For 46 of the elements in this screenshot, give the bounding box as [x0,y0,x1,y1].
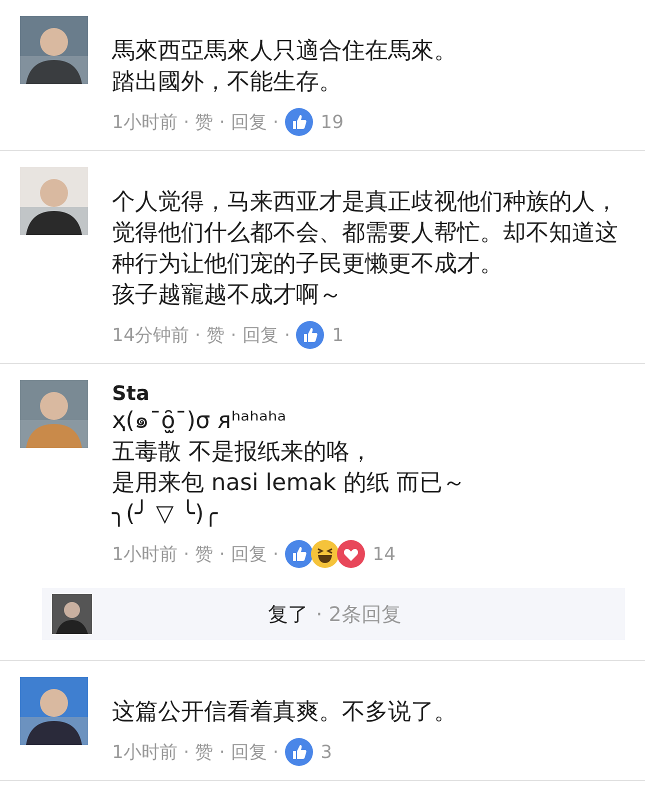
replies-bar[interactable]: 复了 · 2条回复 [42,588,625,640]
reply-link[interactable]: 回复 [230,110,267,134]
thumbs-up-icon [284,540,313,568]
timestamp: 1小时前 [112,741,178,764]
reply-link[interactable]: 回复 [230,542,267,566]
comment-text: 馬來西亞馬來人只適合住在馬來。 [112,37,458,66]
separator-dot: · [219,112,225,132]
separator-dot: · [272,742,279,762]
comment-text: 个人觉得，马来西亚才是真正歧视他们种族的人，觉得他们什么都不会、都需要人帮忙。却不知道这种行为让他们宠的子民更懒更不成才。 [112,188,619,279]
separator-dot: · [219,742,225,762]
reaction-count: 19 [320,112,344,132]
reaction-count: 3 [320,742,332,762]
comment-text: ╮(╯ ▽ ╰)╭ [112,499,219,529]
comment-text: 这篇公开信看着真爽。不多说了。 [112,698,458,727]
separator-dot: · [183,544,190,564]
separator-dot: · [194,324,201,346]
like-link[interactable]: 赞 [195,110,214,134]
separator-dot: · [219,544,225,564]
reply-summary: 复了 [268,600,308,628]
separator-dot: · [230,324,236,346]
thumbs-up-icon [296,321,324,349]
reaction-count: 1 [332,324,344,346]
comment-text: 是用来包 nasi lemak 的纸 而已～ [112,469,467,498]
comment-text: 五毒散 不是报纸来的咯， [112,438,374,467]
like-link[interactable]: 赞 [195,740,214,764]
laughing-face-icon [310,540,339,568]
reply-link[interactable]: 回复 [242,323,278,347]
comment-text: 孩子越寵越不成才啊～ [112,281,343,310]
comment-text: 踏出國外，不能生存。 [112,68,343,97]
separator-dot: · [284,324,290,346]
separator-dot: · [183,112,190,132]
commenter-name[interactable]: Sta [112,380,629,406]
separator-dot: · [183,742,190,762]
timestamp: 1小时前 [112,111,178,134]
reply-count: · 2条回复 [316,600,402,628]
thumbs-up-icon [284,738,313,766]
timestamp: 14分钟前 [112,324,189,347]
separator-dot: · [272,544,279,564]
timestamp: 1小时前 [112,543,178,566]
separator-dot: · [272,112,279,132]
like-link[interactable]: 赞 [195,542,214,566]
comment-text: ҳ(๑¯ȏ̫¯)σ ᴙʰᵃʰᵃʰᵃ [112,407,288,436]
reaction-count: 14 [372,544,396,564]
thumbs-up-icon [284,108,313,136]
reply-link[interactable]: 回复 [230,740,267,764]
like-link[interactable]: 赞 [206,323,225,347]
